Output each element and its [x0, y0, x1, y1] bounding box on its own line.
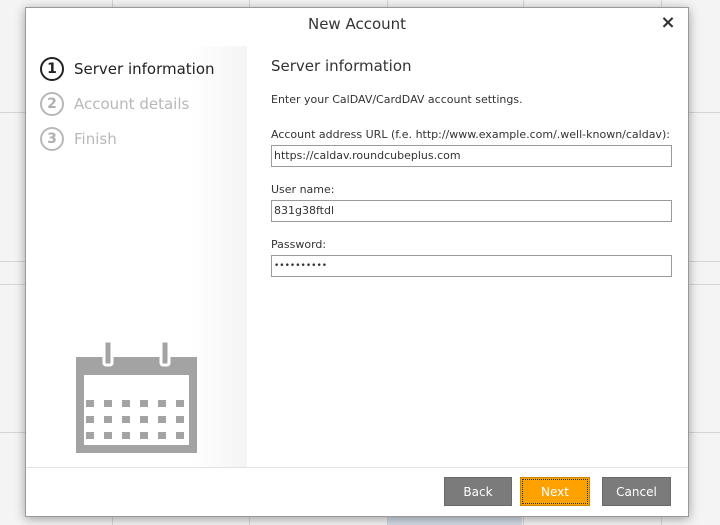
back-button[interactable]: Back: [444, 477, 512, 506]
step-label: Account details: [74, 95, 190, 113]
username-label: User name:: [271, 183, 335, 196]
account-url-input[interactable]: https://caldav.roundcubeplus.com: [271, 145, 672, 167]
wizard-steps-pane: 1 Server information 2 Account details 3…: [26, 46, 247, 470]
step-finish: 3 Finish: [40, 127, 117, 151]
calendar-icon: [76, 341, 197, 453]
step-number: 1: [40, 57, 64, 81]
step-label: Finish: [74, 130, 117, 148]
step-number: 3: [40, 127, 64, 151]
username-input[interactable]: 831g38ftdl: [271, 200, 672, 222]
section-title: Server information: [271, 57, 412, 75]
new-account-dialog: New Account × 1 Server information 2 Acc…: [25, 7, 689, 517]
dialog-footer: Back Next Cancel: [26, 467, 688, 516]
url-label: Account address URL (f.e. http://www.exa…: [271, 128, 670, 141]
dialog-title: New Account: [307, 15, 407, 33]
section-description: Enter your CalDAV/CardDAV account settin…: [271, 93, 523, 106]
password-input[interactable]: ••••••••••: [271, 255, 672, 277]
step-number: 2: [40, 92, 64, 116]
cancel-button[interactable]: Cancel: [602, 477, 671, 506]
step-account-details: 2 Account details: [40, 92, 189, 116]
password-label: Password:: [271, 238, 327, 251]
step-server-information: 1 Server information: [40, 57, 215, 81]
next-button[interactable]: Next: [520, 477, 590, 506]
step-label: Server information: [74, 60, 215, 78]
close-icon[interactable]: ×: [660, 14, 676, 32]
